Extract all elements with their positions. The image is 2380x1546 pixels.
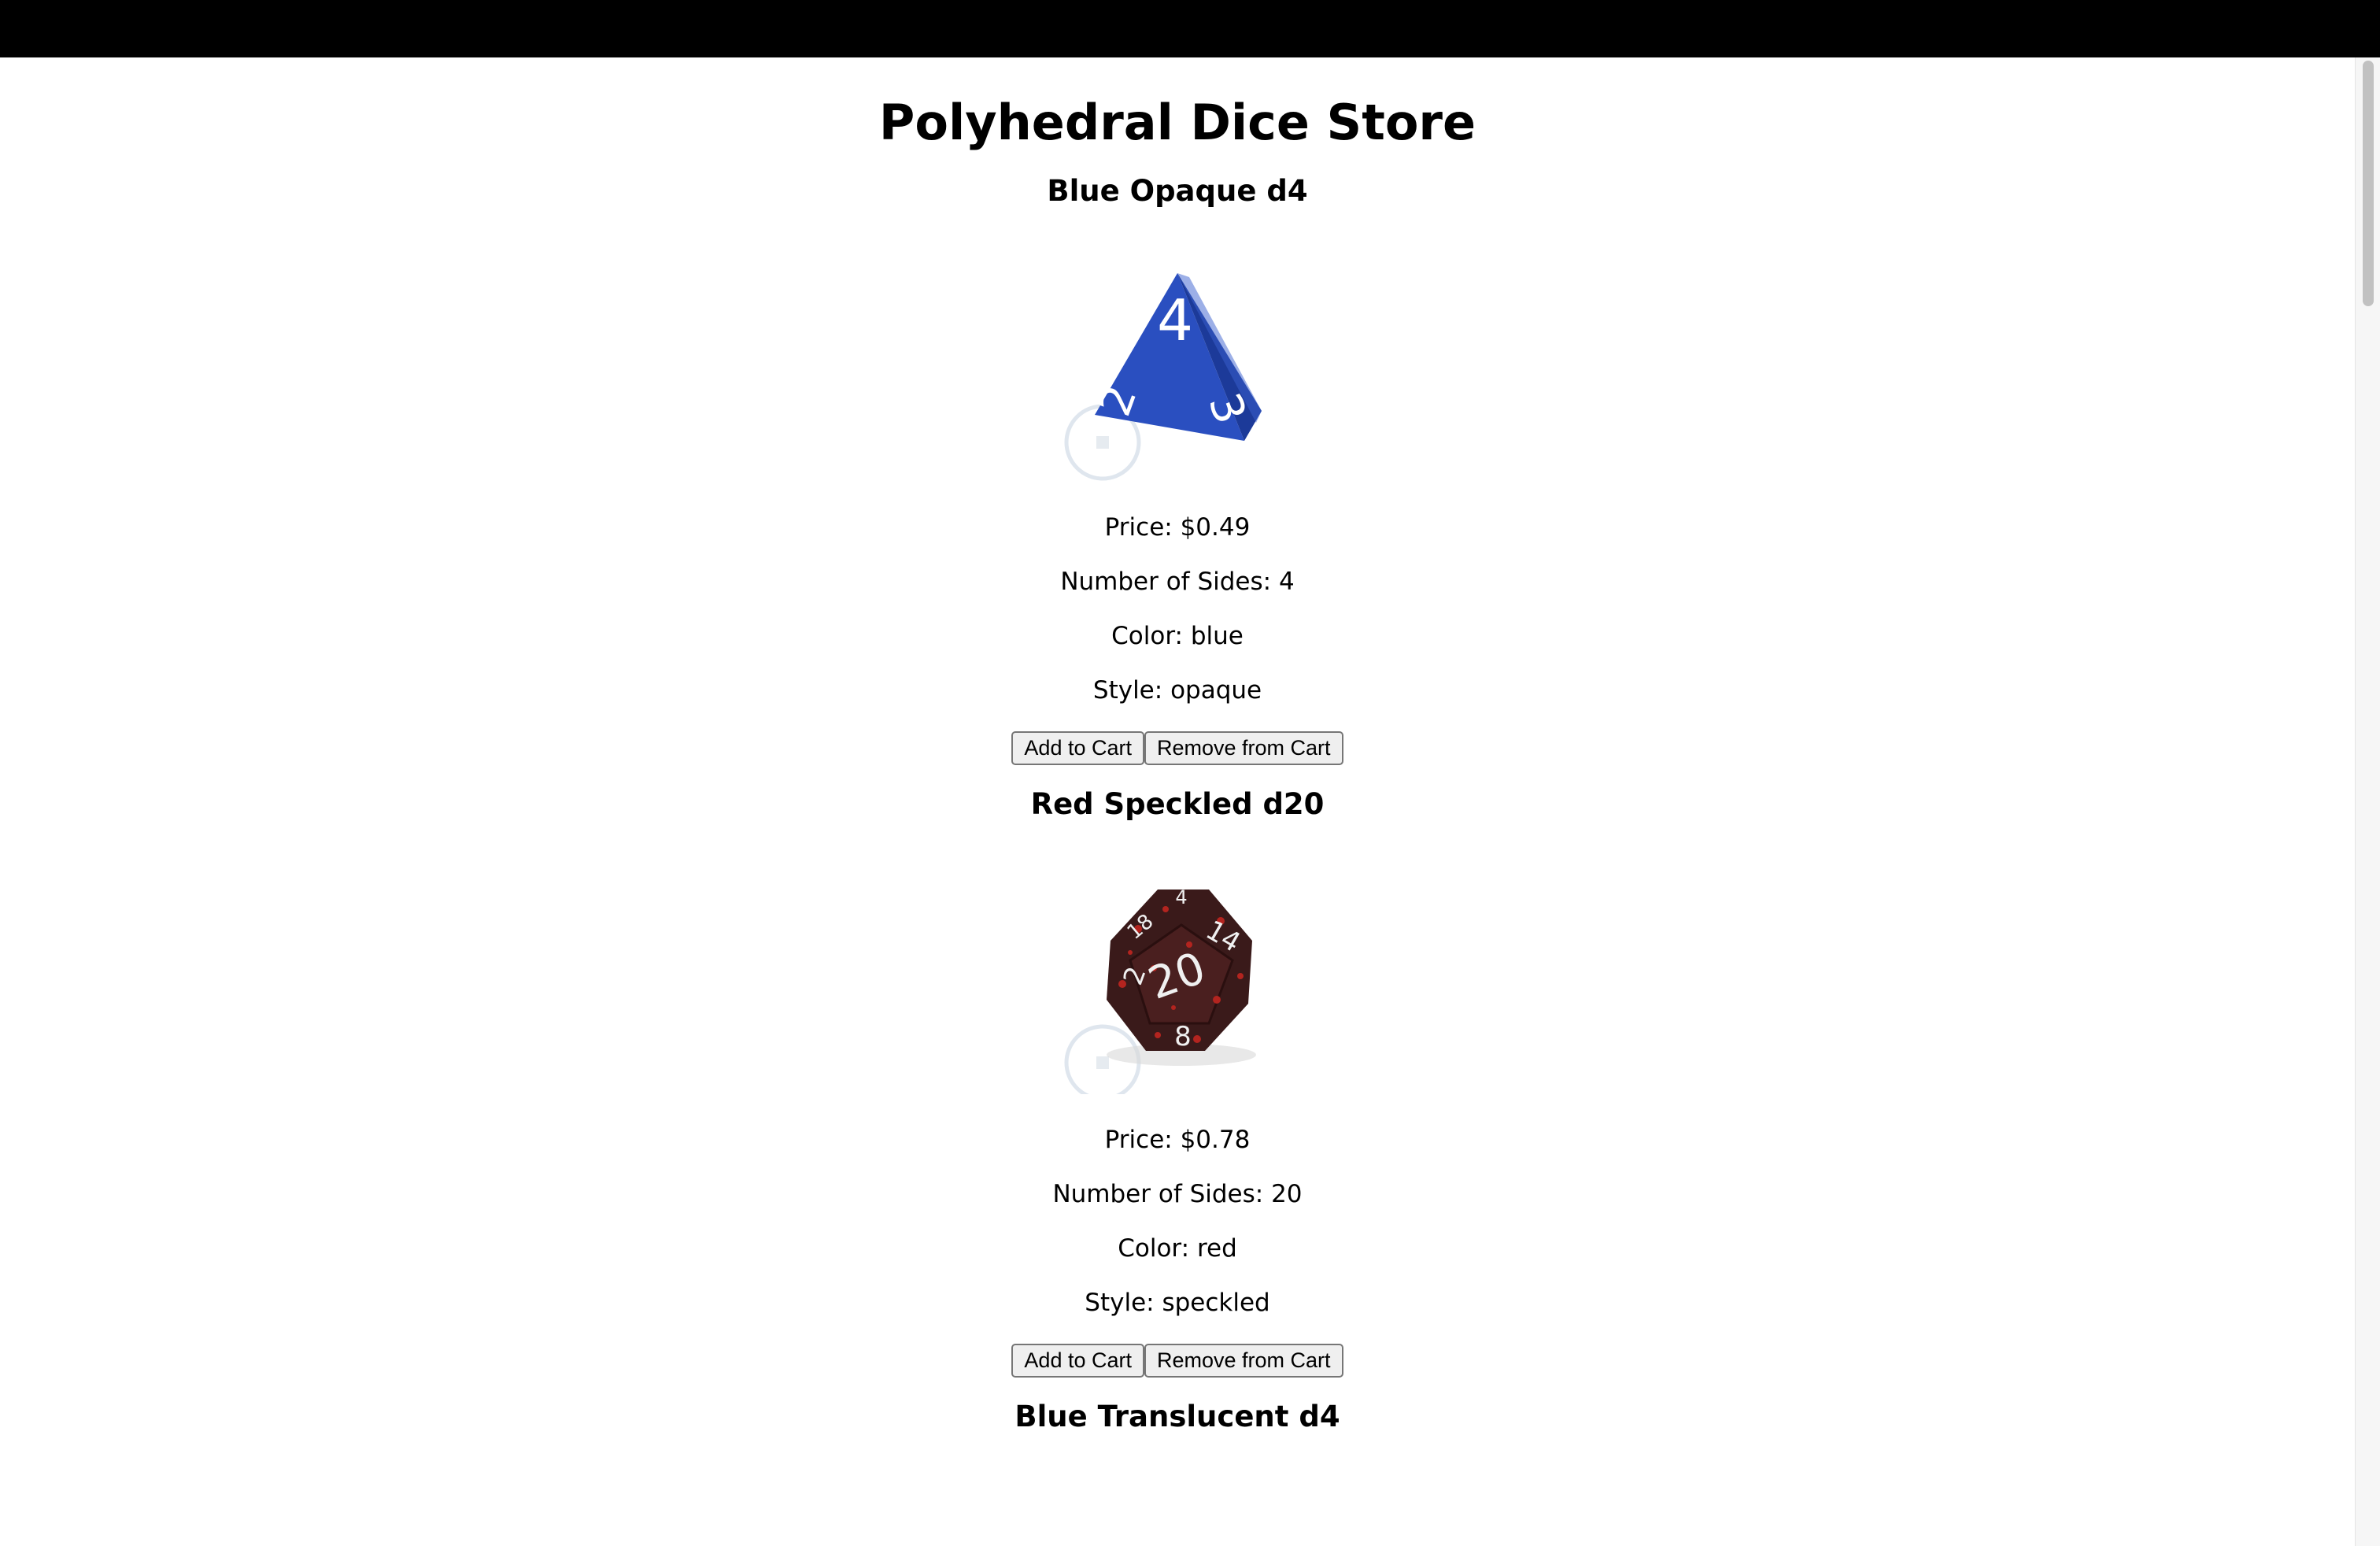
add-to-cart-button[interactable]: Add to Cart bbox=[1011, 1343, 1144, 1378]
cart-buttons: Add to Cart Remove from Cart bbox=[0, 1343, 2355, 1378]
browser-top-bar bbox=[0, 0, 2380, 57]
cart-buttons: Add to Cart Remove from Cart bbox=[0, 730, 2355, 765]
product-sides: Number of Sides: 4 bbox=[1060, 567, 1295, 596]
blue-d4-die-icon: 4 2 3 bbox=[1064, 272, 1262, 481]
product-name: Blue Opaque d4 bbox=[1047, 174, 1308, 209]
product-price: Price: $0.78 bbox=[1104, 1125, 1251, 1154]
remove-from-cart-button[interactable]: Remove from Cart bbox=[1144, 730, 1343, 765]
product-card: Blue Opaque d4 4 2 3 Price: $0.49 Number… bbox=[0, 174, 2355, 765]
remove-from-cart-button[interactable]: Remove from Cart bbox=[1144, 1343, 1343, 1378]
product-card: Red Speckled d20 20 14 2 8 18 4 Price: $… bbox=[0, 787, 2355, 1378]
product-name: Blue Translucent d4 bbox=[1014, 1399, 1340, 1433]
page-title: Polyhedral Dice Store bbox=[878, 94, 1476, 151]
product-color: Color: red bbox=[1118, 1234, 1237, 1263]
d4-face-4: 4 bbox=[1157, 287, 1193, 353]
d20-face-8: 8 bbox=[1174, 1021, 1192, 1052]
scrollbar-thumb[interactable] bbox=[2363, 61, 2374, 306]
product-image: 4 2 3 bbox=[1063, 253, 1292, 482]
vertical-scrollbar[interactable] bbox=[2355, 57, 2380, 1546]
product-card: Blue Translucent d4 bbox=[0, 1400, 2355, 1434]
d20-face-4: 4 bbox=[1175, 886, 1187, 908]
product-style: Style: speckled bbox=[1085, 1289, 1270, 1318]
red-speckled-d20-die-icon: 20 14 2 8 18 4 bbox=[1064, 886, 1256, 1094]
page-content: Polyhedral Dice Store Blue Opaque d4 4 2… bbox=[0, 57, 2355, 1546]
product-name: Red Speckled d20 bbox=[1030, 786, 1325, 821]
product-color: Color: blue bbox=[1111, 622, 1244, 651]
product-image: 20 14 2 8 18 4 bbox=[1063, 866, 1292, 1094]
add-to-cart-button[interactable]: Add to Cart bbox=[1011, 730, 1144, 765]
product-style: Style: opaque bbox=[1092, 676, 1262, 705]
product-sides: Number of Sides: 20 bbox=[1052, 1180, 1303, 1209]
product-price: Price: $0.49 bbox=[1104, 512, 1251, 542]
